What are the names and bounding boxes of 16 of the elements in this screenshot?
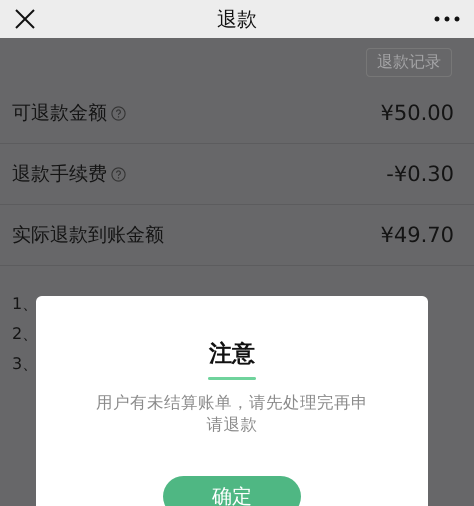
amount-value: ¥50.00 [380,101,454,125]
close-icon[interactable] [14,8,36,30]
amount-label: 实际退款到账金额 [12,223,164,248]
note-number: 1、 [12,294,40,314]
confirm-button[interactable]: 确定 [163,476,301,506]
amount-value: -¥0.30 [386,162,454,186]
amount-label: 退款手续费 [12,162,107,187]
dialog-title: 注意 [209,340,255,369]
page-title: 退款 [217,6,257,30]
amount-value: ¥49.70 [380,223,454,247]
dialog-message: 用户有未结算账单，请先处理完再申请退款 [95,392,369,436]
refund-record-button[interactable]: 退款记录 [366,48,452,77]
more-icon[interactable] [434,16,460,22]
amount-label: 可退款金额 [12,101,107,126]
note-number: 2、 [12,324,40,344]
note-number: 3、 [12,354,40,374]
